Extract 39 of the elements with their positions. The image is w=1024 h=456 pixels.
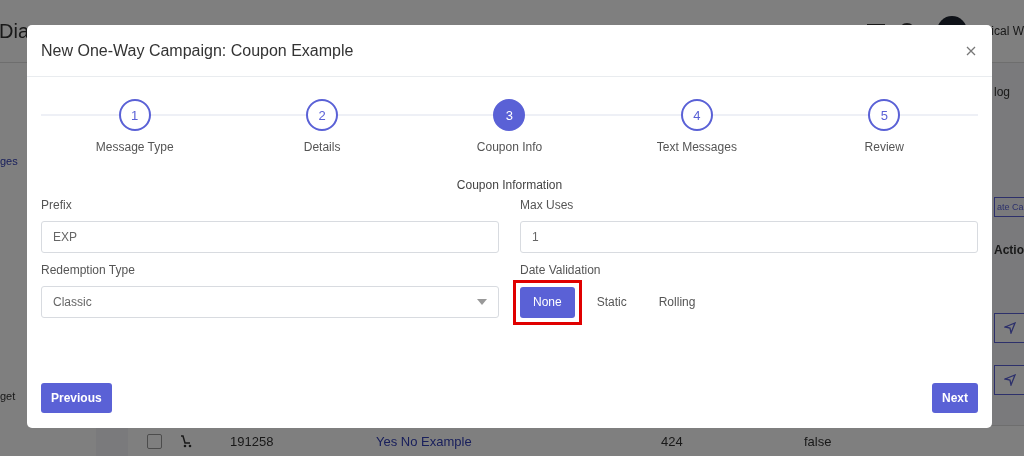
input-field[interactable]: EXP	[41, 221, 499, 253]
step-number[interactable]: 2	[306, 99, 339, 131]
cart-icon	[180, 434, 192, 448]
column-header: Actio	[994, 243, 1024, 257]
send-button[interactable]	[994, 313, 1024, 343]
step-label: Review	[864, 140, 904, 154]
step-number[interactable]: 5	[868, 99, 901, 131]
previous-button[interactable]: Previous	[41, 383, 112, 413]
input-field[interactable]: 1	[520, 221, 978, 253]
option-button[interactable]: Rolling	[645, 286, 709, 318]
send-button[interactable]	[994, 365, 1024, 395]
row-checkbox[interactable]	[146, 433, 162, 449]
field-label: Max Uses	[520, 198, 575, 212]
field-label: Prefix	[41, 198, 73, 212]
option-button[interactable]: Static	[583, 286, 640, 318]
option-button[interactable]: None	[520, 286, 575, 318]
step-number[interactable]: 4	[680, 99, 713, 131]
send-icon	[1004, 374, 1016, 386]
select-field[interactable]: Classic	[41, 286, 499, 318]
section-heading: Coupon Information	[456, 178, 563, 192]
tab[interactable]: log	[994, 85, 1010, 99]
step-label: Message Type	[95, 140, 174, 154]
step-label: Details	[303, 140, 341, 154]
field-label: Date Validation	[520, 263, 602, 277]
table-cell-text: 424	[661, 433, 684, 449]
step-label: Coupon Info	[476, 140, 543, 154]
step-label: Text Messages	[656, 140, 737, 154]
step-number[interactable]: 3	[493, 99, 526, 131]
step-number[interactable]: 1	[118, 99, 151, 131]
dialog-title: New One-Way Campaign: Coupon Example	[41, 41, 354, 60]
caret-icon	[477, 299, 487, 305]
create-button[interactable]: ate Ca	[994, 197, 1024, 217]
campaign-link[interactable]: Yes No Example	[376, 433, 661, 449]
user-name: ical W	[991, 24, 1024, 38]
field-label: Redemption Type	[41, 263, 136, 277]
table-cell-text: 191258	[230, 433, 275, 449]
send-icon	[1004, 322, 1016, 334]
next-button[interactable]: Next	[932, 383, 978, 413]
table-cell-text: false	[804, 433, 833, 449]
